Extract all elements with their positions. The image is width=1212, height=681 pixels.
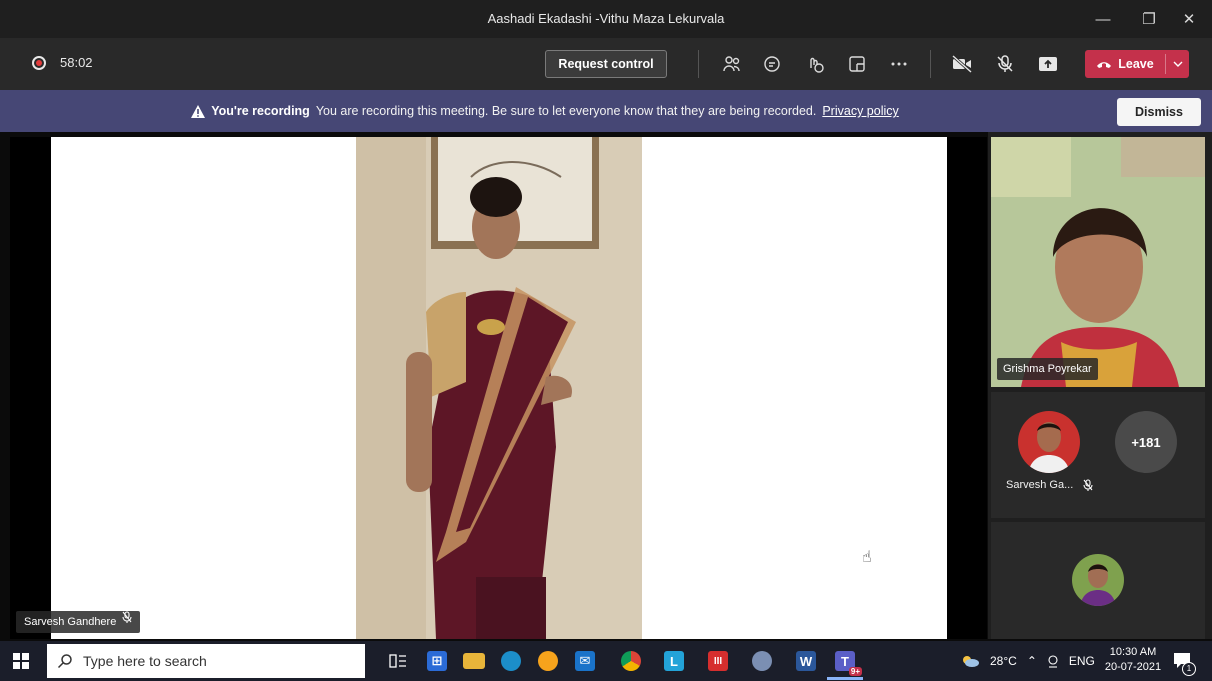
avatar[interactable]: [1072, 554, 1124, 606]
more-actions-icon[interactable]: [884, 50, 914, 78]
leave-main[interactable]: Leave: [1085, 50, 1165, 78]
speaker-name-label: Sarvesh Gandhere: [16, 611, 141, 633]
taskbar-search-box[interactable]: Type here to search: [47, 644, 365, 678]
mic-off-icon: [1083, 479, 1093, 491]
chevron-up-icon[interactable]: ⌃: [1027, 654, 1037, 668]
system-tray: 28°C ⌃ ENG: [960, 641, 1095, 681]
participants-icon[interactable]: [717, 50, 747, 78]
minimize-button[interactable]: —: [1080, 0, 1126, 38]
search-icon: [57, 654, 72, 669]
edge-icon[interactable]: [493, 644, 529, 678]
teams-badge: 9+: [848, 667, 862, 676]
chevron-down-icon[interactable]: [1166, 50, 1189, 78]
window-title: Aashadi Ekadashi -Vithu Maza Lekurvala: [487, 11, 725, 26]
search-placeholder: Type here to search: [83, 653, 207, 669]
active-app-indicator: [827, 677, 863, 680]
warning-icon: [191, 104, 206, 118]
mail-icon[interactable]: ✉: [567, 644, 603, 678]
paint-icon[interactable]: [744, 644, 780, 678]
recording-indicator-icon: [32, 56, 46, 70]
red-app-icon[interactable]: III: [700, 644, 736, 678]
breakout-rooms-icon[interactable]: [842, 50, 872, 78]
participant-video-tile[interactable]: [991, 137, 1205, 387]
windows-start-icon[interactable]: [8, 650, 34, 672]
recording-banner-content: You're recording You are recording this …: [0, 90, 1090, 132]
pen-icon[interactable]: [1047, 654, 1059, 668]
chrome-icon[interactable]: [613, 644, 649, 678]
toolbar-divider: [930, 50, 931, 78]
reactions-icon[interactable]: [800, 50, 830, 78]
notification-icon[interactable]: 1: [1172, 650, 1196, 676]
participant-name-row: Sarvesh Ga...: [1006, 479, 1093, 491]
participant-name-label: Grishma Poyrekar: [997, 358, 1098, 380]
file-explorer-icon[interactable]: [456, 644, 492, 678]
language-indicator[interactable]: ENG: [1069, 654, 1095, 668]
leave-label: Leave: [1118, 57, 1154, 71]
weather-temp[interactable]: 28°C: [990, 654, 1017, 668]
phone-hangup-icon: [1097, 62, 1112, 68]
weather-icon[interactable]: [960, 654, 980, 668]
clock-time: 10:30 AM: [1109, 646, 1157, 658]
camera-off-icon[interactable]: [947, 50, 977, 78]
speaker-name: Sarvesh Gandhere: [24, 616, 117, 628]
toolbar-divider: [698, 50, 699, 78]
launcher-l-icon[interactable]: L: [656, 644, 692, 678]
chat-icon[interactable]: [757, 50, 787, 78]
meeting-timer: 58:02: [60, 55, 93, 70]
mic-off-icon: [122, 611, 132, 623]
clock-date: 20-07-2021: [1104, 661, 1162, 673]
avatar[interactable]: [1018, 411, 1080, 473]
more-participants-count[interactable]: +181: [1115, 411, 1177, 473]
hand-cursor-icon: ☝: [862, 549, 872, 566]
recording-heading: You're recording: [211, 104, 310, 118]
share-screen-icon[interactable]: [1033, 50, 1063, 78]
clock[interactable]: 10:30 AM 20-07-2021: [1102, 645, 1164, 675]
speaker-video: [356, 137, 642, 639]
request-control-button[interactable]: Request control: [545, 50, 667, 78]
notification-count: 1: [1182, 662, 1196, 676]
task-view-icon[interactable]: [380, 644, 416, 678]
close-button[interactable]: ✕: [1166, 0, 1212, 38]
word-icon[interactable]: W: [788, 644, 824, 678]
teams-icon[interactable]: T 9+: [827, 644, 863, 678]
recording-message: You are recording this meeting. Be sure …: [315, 104, 817, 118]
store-icon[interactable]: ⊞: [419, 644, 455, 678]
leave-button[interactable]: Leave: [1085, 50, 1189, 78]
privacy-policy-link[interactable]: Privacy policy: [822, 104, 898, 118]
dismiss-button[interactable]: Dismiss: [1117, 98, 1201, 126]
mic-off-icon[interactable]: [990, 50, 1020, 78]
participant-name: Sarvesh Ga...: [1006, 479, 1074, 491]
browser-icon[interactable]: [530, 644, 566, 678]
